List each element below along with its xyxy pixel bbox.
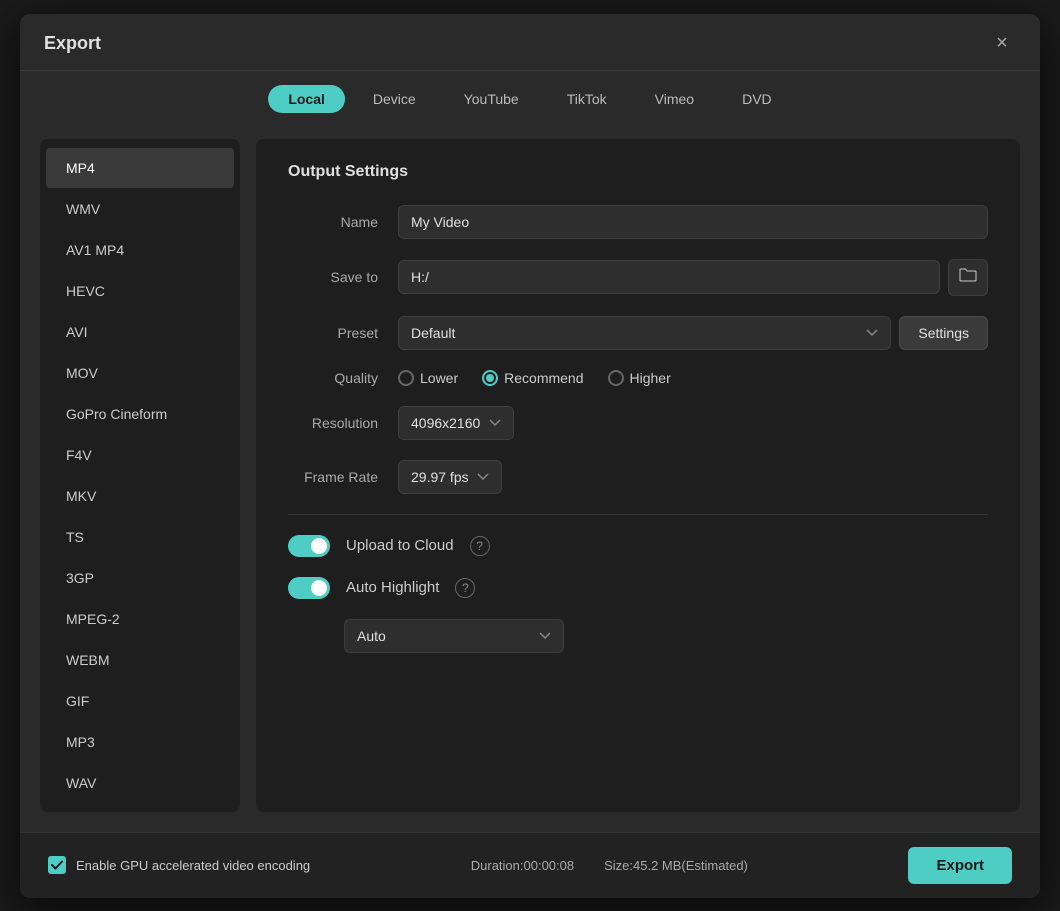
auto-highlight-row: Auto Highlight ? bbox=[288, 577, 988, 599]
resolution-value: 4096x2160 1920x1080 1280x720 bbox=[398, 406, 988, 440]
dialog-body: MP4 WMV AV1 MP4 HEVC AVI MOV GoPro Cinef… bbox=[20, 123, 1040, 832]
settings-button[interactable]: Settings bbox=[899, 316, 988, 350]
auto-highlight-label: Auto Highlight bbox=[346, 579, 439, 596]
format-item-wav[interactable]: WAV bbox=[46, 763, 234, 803]
frame-rate-label: Frame Rate bbox=[288, 469, 398, 485]
format-list: MP4 WMV AV1 MP4 HEVC AVI MOV GoPro Cinef… bbox=[40, 139, 240, 812]
quality-recommend-radio[interactable] bbox=[482, 370, 498, 386]
tab-tiktok[interactable]: TikTok bbox=[547, 85, 627, 113]
name-input[interactable] bbox=[398, 205, 988, 239]
preset-row: Preset Default Custom Settings bbox=[288, 316, 988, 350]
format-item-goprocineform[interactable]: GoPro Cineform bbox=[46, 394, 234, 434]
divider bbox=[288, 514, 988, 515]
name-label: Name bbox=[288, 214, 398, 230]
save-to-value bbox=[398, 259, 988, 296]
settings-panel-title: Output Settings bbox=[288, 163, 988, 181]
quality-recommend[interactable]: Recommend bbox=[482, 370, 583, 386]
quality-lower[interactable]: Lower bbox=[398, 370, 458, 386]
preset-value: Default Custom Settings bbox=[398, 316, 988, 350]
format-item-av1mp4[interactable]: AV1 MP4 bbox=[46, 230, 234, 270]
format-item-avi[interactable]: AVI bbox=[46, 312, 234, 352]
name-value bbox=[398, 205, 988, 239]
frame-rate-select[interactable]: 29.97 fps 24 fps 30 fps 60 fps bbox=[398, 460, 502, 494]
save-to-label: Save to bbox=[288, 269, 398, 285]
dialog-title: Export bbox=[44, 33, 101, 54]
quality-lower-label: Lower bbox=[420, 370, 458, 386]
save-to-input[interactable] bbox=[398, 260, 940, 294]
quality-higher-radio[interactable] bbox=[608, 370, 624, 386]
format-item-mkv[interactable]: MKV bbox=[46, 476, 234, 516]
tab-local[interactable]: Local bbox=[268, 85, 345, 113]
tab-youtube[interactable]: YouTube bbox=[444, 85, 539, 113]
size-info: Size:45.2 MB(Estimated) bbox=[604, 858, 748, 873]
upload-to-cloud-toggle[interactable] bbox=[288, 535, 330, 557]
format-item-hevc[interactable]: HEVC bbox=[46, 271, 234, 311]
tab-dvd[interactable]: DVD bbox=[722, 85, 792, 113]
upload-to-cloud-label: Upload to Cloud bbox=[346, 537, 454, 554]
format-item-gif[interactable]: GIF bbox=[46, 681, 234, 721]
frame-rate-row: Frame Rate 29.97 fps 24 fps 30 fps 60 fp… bbox=[288, 460, 988, 494]
upload-to-cloud-slider bbox=[288, 535, 330, 557]
gpu-encoding-label: Enable GPU accelerated video encoding bbox=[76, 858, 310, 873]
resolution-row: Resolution 4096x2160 1920x1080 1280x720 bbox=[288, 406, 988, 440]
tab-device[interactable]: Device bbox=[353, 85, 436, 113]
frame-rate-value: 29.97 fps 24 fps 30 fps 60 fps bbox=[398, 460, 988, 494]
upload-to-cloud-help-icon[interactable]: ? bbox=[470, 536, 490, 556]
gpu-encoding-checkbox[interactable] bbox=[48, 856, 66, 874]
tab-vimeo[interactable]: Vimeo bbox=[635, 85, 714, 113]
duration-info: Duration:00:00:08 bbox=[471, 858, 574, 873]
format-item-f4v[interactable]: F4V bbox=[46, 435, 234, 475]
resolution-select[interactable]: 4096x2160 1920x1080 1280x720 bbox=[398, 406, 514, 440]
preset-label: Preset bbox=[288, 325, 398, 341]
preset-select[interactable]: Default Custom bbox=[398, 316, 891, 350]
tabs-bar: Local Device YouTube TikTok Vimeo DVD bbox=[20, 71, 1040, 123]
format-item-ts[interactable]: TS bbox=[46, 517, 234, 557]
footer-center: Duration:00:00:08 Size:45.2 MB(Estimated… bbox=[471, 858, 748, 873]
export-dialog: Export × Local Device YouTube TikTok Vim… bbox=[20, 14, 1040, 898]
format-item-wmv[interactable]: WMV bbox=[46, 189, 234, 229]
quality-lower-radio[interactable] bbox=[398, 370, 414, 386]
auto-highlight-slider bbox=[288, 577, 330, 599]
auto-highlight-help-icon[interactable]: ? bbox=[455, 578, 475, 598]
quality-options: Lower Recommend Higher bbox=[398, 370, 988, 386]
dialog-footer: Enable GPU accelerated video encoding Du… bbox=[20, 832, 1040, 898]
close-button[interactable]: × bbox=[988, 30, 1016, 58]
quality-recommend-label: Recommend bbox=[504, 370, 583, 386]
quality-higher-label: Higher bbox=[630, 370, 671, 386]
auto-highlight-toggle[interactable] bbox=[288, 577, 330, 599]
quality-higher[interactable]: Higher bbox=[608, 370, 671, 386]
format-item-mov[interactable]: MOV bbox=[46, 353, 234, 393]
format-item-mp4[interactable]: MP4 bbox=[46, 148, 234, 188]
resolution-label: Resolution bbox=[288, 415, 398, 431]
folder-browse-button[interactable] bbox=[948, 259, 988, 296]
footer-left: Enable GPU accelerated video encoding bbox=[48, 856, 310, 874]
format-item-mpeg2[interactable]: MPEG-2 bbox=[46, 599, 234, 639]
name-row: Name bbox=[288, 205, 988, 239]
dialog-header: Export × bbox=[20, 14, 1040, 71]
quality-row: Quality Lower Recommend High bbox=[288, 370, 988, 386]
export-button[interactable]: Export bbox=[908, 847, 1012, 884]
save-to-row: Save to bbox=[288, 259, 988, 296]
quality-label: Quality bbox=[288, 370, 398, 386]
settings-panel: Output Settings Name Save to bbox=[256, 139, 1020, 812]
format-item-webm[interactable]: WEBM bbox=[46, 640, 234, 680]
auto-highlight-mode-select[interactable]: Auto Manual bbox=[344, 619, 564, 653]
format-item-mp3[interactable]: MP3 bbox=[46, 722, 234, 762]
format-item-3gp[interactable]: 3GP bbox=[46, 558, 234, 598]
auto-highlight-mode-row: Auto Manual bbox=[288, 619, 988, 653]
upload-to-cloud-row: Upload to Cloud ? bbox=[288, 535, 988, 557]
